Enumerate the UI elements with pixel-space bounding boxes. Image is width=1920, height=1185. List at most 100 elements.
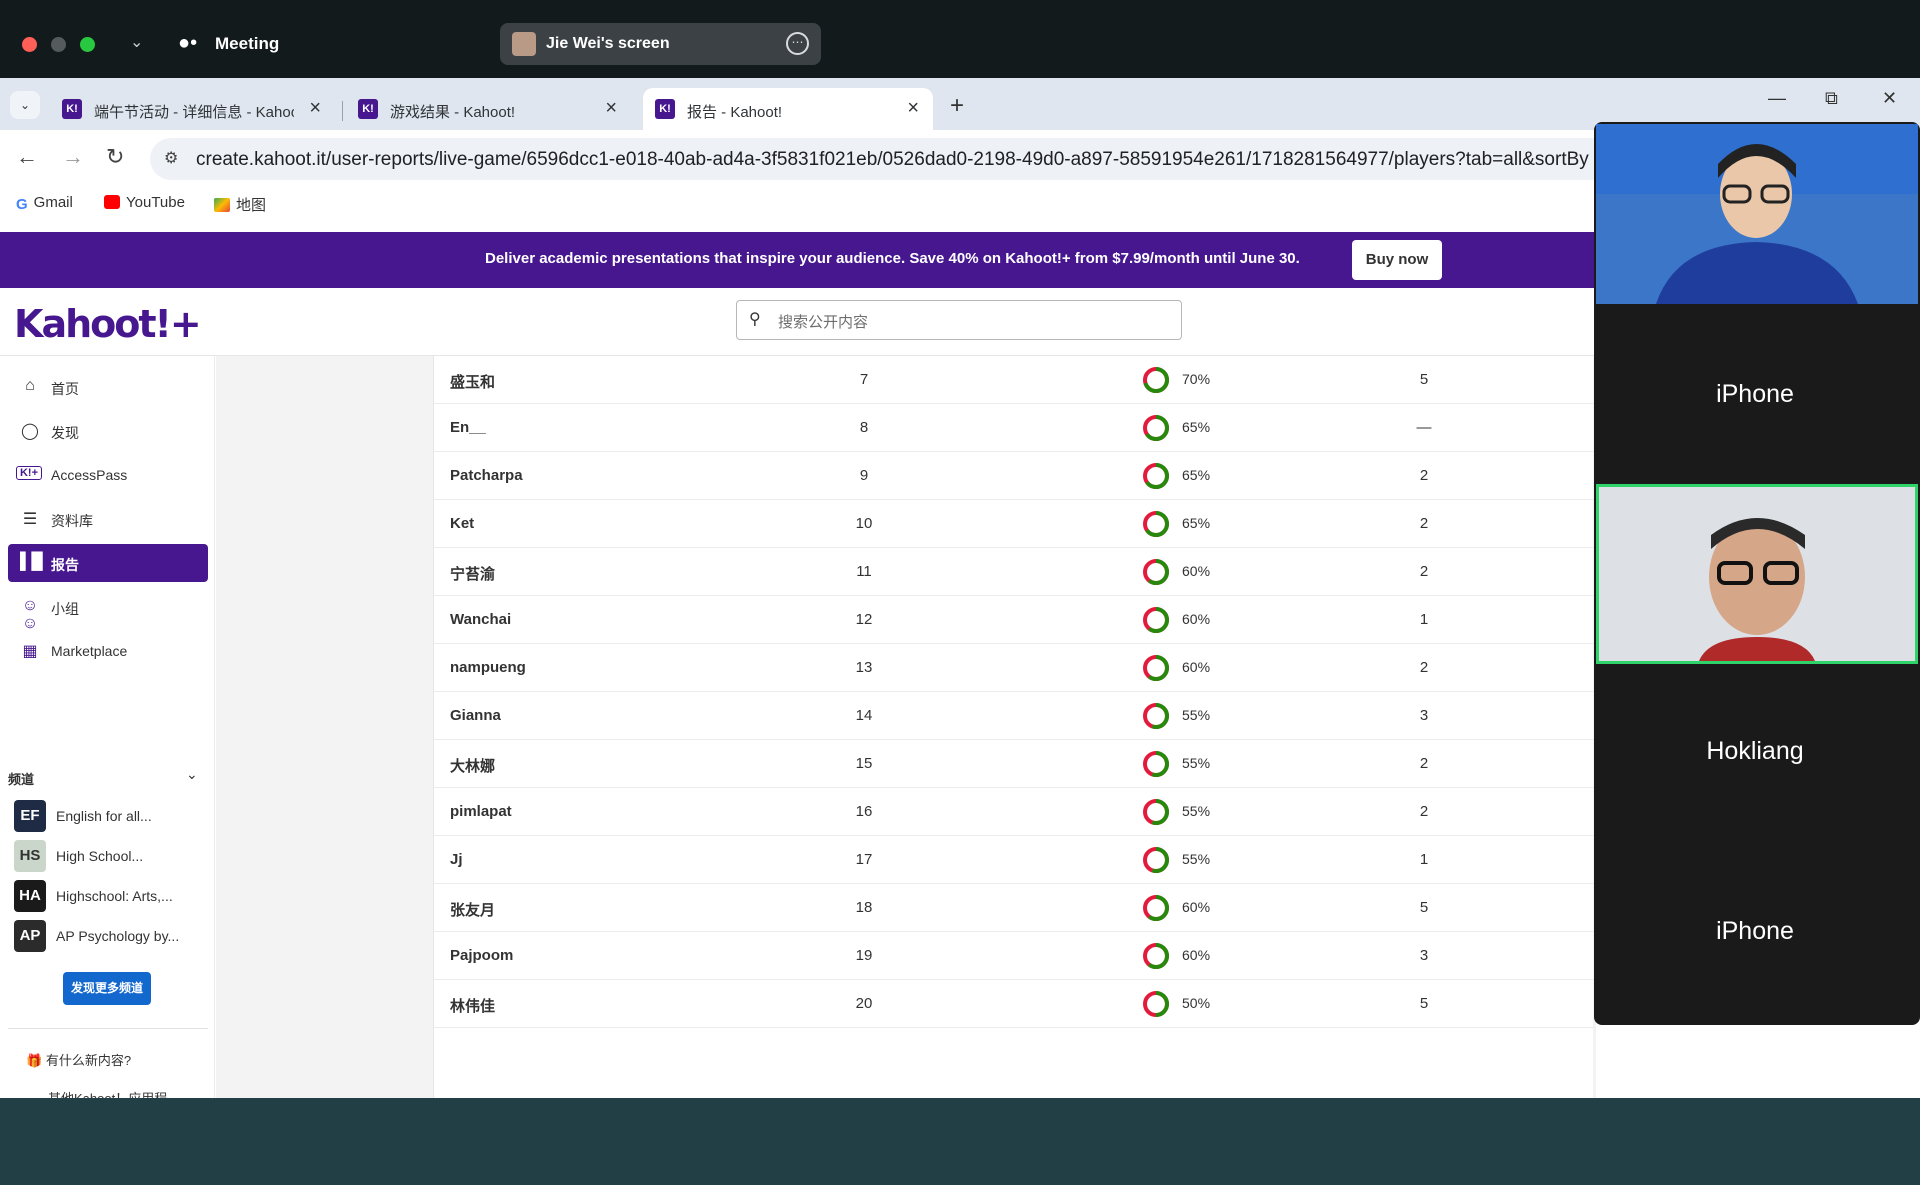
reload-icon[interactable]: ↻ [106, 144, 124, 170]
player-rank: 11 [856, 563, 872, 580]
participant-video-2[interactable] [1596, 484, 1918, 664]
close-tab-icon[interactable]: × [907, 97, 919, 120]
player-rank: 14 [855, 707, 873, 724]
player-name: Ket [450, 515, 475, 532]
table-row[interactable]: nampueng 13 60% 2 [434, 644, 1594, 692]
close-tab-icon[interactable]: × [605, 97, 617, 120]
sidebar-item-accesspass[interactable]: K!+ AccessPass [8, 456, 208, 494]
channel-item[interactable]: HA Highschool: Arts,... [14, 880, 209, 912]
table-row[interactable]: 张友月 18 60% 5 [434, 884, 1594, 932]
accuracy-ring-icon [1143, 463, 1169, 489]
list-icon: ☰ [22, 511, 38, 528]
tab-report[interactable]: K! 报告 - Kahoot! × [643, 88, 933, 130]
sidebar-item-discover[interactable]: ◯ 发现 [8, 412, 208, 450]
chevron-down-icon[interactable]: ⌄ [130, 32, 143, 52]
player-name: Patcharpa [450, 467, 523, 484]
youtube-icon [104, 195, 120, 209]
buy-now-button[interactable]: Buy now [1352, 240, 1442, 280]
bookmark-label: YouTube [126, 194, 185, 211]
tab-title: 端午节活动 - 详细信息 - Kahoo [94, 104, 294, 121]
url-text[interactable]: create.kahoot.it/user-reports/live-game/… [196, 149, 1596, 171]
back-icon[interactable]: ← [16, 144, 38, 170]
maximize-window-button[interactable] [80, 37, 95, 52]
accuracy-ring-icon [1143, 367, 1169, 393]
search-icon: ⚲ [749, 311, 761, 328]
bookmark-maps[interactable]: 地图 [214, 194, 266, 215]
tab-search-button[interactable]: ⌄ [10, 91, 40, 119]
table-row[interactable]: Ket 10 65% 2 [434, 500, 1594, 548]
table-row[interactable]: Gianna 14 55% 3 [434, 692, 1594, 740]
accuracy-ring-icon [1143, 943, 1169, 969]
new-tab-icon[interactable]: + [950, 92, 964, 120]
discover-channels-button[interactable]: 发现更多频道 [63, 972, 151, 1005]
store-icon: ▦ [22, 643, 38, 660]
table-row[interactable]: Wanchai 12 60% 1 [434, 596, 1594, 644]
tab-festival-details[interactable]: K! 端午节活动 - 详细信息 - Kahoo × [50, 88, 335, 130]
accuracy-percent: 50% [1182, 995, 1211, 1011]
channel-label: High School... [56, 848, 144, 864]
player-rank: 7 [859, 371, 869, 388]
sidebar-item-reports[interactable]: ▌█ 报告 [8, 544, 208, 582]
table-row[interactable]: Patcharpa 9 65% 2 [434, 452, 1594, 500]
unanswered-count: 3 [1419, 947, 1429, 964]
promo-text: Deliver academic presentations that insp… [485, 250, 1300, 267]
table-row[interactable]: Pajpoom 19 60% 3 [434, 932, 1594, 980]
player-name: 盛玉和 [450, 374, 496, 391]
gift-icon: 🎁 [26, 1053, 43, 1068]
site-settings-icon[interactable]: ⚙ [164, 148, 178, 168]
restore-icon[interactable]: ⧉ [1825, 88, 1838, 109]
meeting-people-icon: ●• [178, 32, 198, 54]
table-row[interactable]: pimlapat 16 55% 2 [434, 788, 1594, 836]
compass-icon: ◯ [21, 423, 39, 440]
sidebar-item-home[interactable]: ⌂ 首页 [8, 368, 208, 406]
accuracy-ring-icon [1143, 415, 1169, 441]
maps-icon [214, 198, 230, 212]
tab-game-results[interactable]: K! 游戏结果 - Kahoot! × [346, 88, 631, 130]
table-row[interactable]: 大林娜 15 55% 2 [434, 740, 1594, 788]
tab-divider [342, 101, 343, 121]
screen-share-indicator[interactable]: Jie Wei's screen ⋯ [500, 23, 821, 65]
accuracy-ring-icon [1143, 799, 1169, 825]
kahoot-logo[interactable]: Kahoot!+ [14, 302, 202, 346]
meeting-label[interactable]: Meeting [215, 34, 279, 54]
search-input[interactable]: ⚲ 搜索公开内容 [736, 300, 1182, 340]
player-rank: 12 [855, 611, 873, 628]
table-row[interactable]: En__ 8 65% — [434, 404, 1594, 452]
bookmark-gmail[interactable]: G Gmail [16, 194, 73, 213]
participant-name: iPhone [1716, 917, 1794, 945]
whats-new-label: 有什么新内容? [45, 1053, 132, 1068]
sidebar-item-library[interactable]: ☰ 资料库 [8, 500, 208, 538]
table-row[interactable]: 林伟佳 20 50% 5 [434, 980, 1594, 1028]
more-options-icon[interactable]: ⋯ [786, 32, 809, 55]
table-row[interactable]: Jj 17 55% 1 [434, 836, 1594, 884]
sidebar-item-groups[interactable]: ☺☺ 小组 [8, 588, 208, 632]
minimize-window-button[interactable] [51, 37, 66, 52]
participant-video-1[interactable] [1596, 124, 1918, 304]
minimize-icon[interactable]: — [1768, 88, 1786, 109]
table-row[interactable]: 盛玉和 7 70% 5 [434, 356, 1594, 404]
participants-panel: iPhone Hokliang iPhone [1594, 122, 1920, 1025]
forward-icon[interactable]: → [62, 144, 84, 170]
accuracy-ring-icon [1143, 751, 1169, 777]
whats-new-link[interactable]: 🎁 有什么新内容? [26, 1050, 131, 1069]
accuracy-ring-icon [1143, 655, 1169, 681]
unanswered-count: 1 [1419, 851, 1429, 868]
channel-item[interactable]: HS High School... [14, 840, 209, 872]
table-row[interactable]: 宁苔渝 11 60% 2 [434, 548, 1594, 596]
close-window-button[interactable] [22, 37, 37, 52]
bookmark-youtube[interactable]: YouTube [104, 194, 185, 211]
channel-item[interactable]: EF English for all... [14, 800, 209, 832]
player-name: Gianna [450, 707, 501, 724]
player-rank: 8 [859, 419, 869, 436]
accuracy-percent: 60% [1182, 899, 1211, 915]
sidebar-item-marketplace[interactable]: ▦ Marketplace [8, 632, 208, 670]
accuracy-percent: 60% [1182, 611, 1211, 627]
channel-item[interactable]: AP AP Psychology by... [14, 920, 209, 952]
close-tab-icon[interactable]: × [309, 97, 321, 120]
player-rank: 17 [855, 851, 873, 868]
unanswered-count: 2 [1419, 467, 1429, 484]
sidebar-item-label: 报告 [51, 557, 79, 573]
sidebar-item-label: 小组 [51, 601, 79, 617]
chevron-down-icon[interactable]: ⌄ [186, 766, 198, 783]
close-icon[interactable]: ✕ [1882, 88, 1897, 109]
